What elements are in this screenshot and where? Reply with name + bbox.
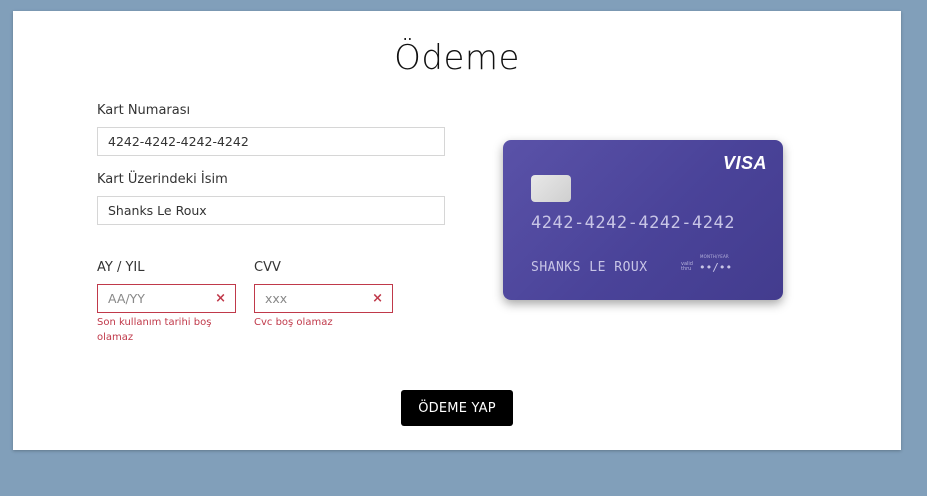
chip-icon [531, 175, 571, 202]
card-preview-number: 4242-4242-4242-4242 [531, 213, 735, 233]
card-name-field[interactable]: Shanks Le Roux [97, 196, 445, 225]
card-number-label: Kart Numarası [97, 103, 191, 118]
cvv-field[interactable]: xxx × [254, 284, 393, 313]
page-title: Ödeme [394, 38, 520, 78]
clear-icon[interactable]: × [215, 285, 226, 312]
clear-icon[interactable]: × [372, 285, 383, 312]
card-preview: VISA 4242-4242-4242-4242 SHANKS LE ROUX … [503, 140, 783, 300]
card-preview-valid-thru: valid thru [681, 261, 693, 272]
cvv-placeholder: xxx [265, 291, 288, 306]
expiry-error: Son kullanım tarihi boş olamaz [97, 317, 212, 343]
card-name-label: Kart Üzerindeki İsim [97, 172, 228, 187]
expiry-label: AY / YIL [97, 260, 145, 275]
cvv-error: Cvc boş olamaz [254, 317, 333, 328]
card-preview-expiry: ••/•• [699, 261, 733, 274]
visa-logo: VISA [722, 153, 767, 173]
card-preview-month-year: MONTH/YEAR [700, 254, 729, 259]
card-preview-holder: SHANKS LE ROUX [531, 260, 648, 275]
expiry-placeholder: AA/YY [108, 291, 145, 306]
card-number-field[interactable]: 4242-4242-4242-4242 [97, 127, 445, 156]
pay-button[interactable]: ÖDEME YAP [401, 390, 513, 426]
cvv-label: CVV [254, 260, 281, 275]
payment-panel: Ödeme Kart Numarası 4242-4242-4242-4242 … [13, 11, 901, 450]
expiry-field[interactable]: AA/YY × [97, 284, 236, 313]
